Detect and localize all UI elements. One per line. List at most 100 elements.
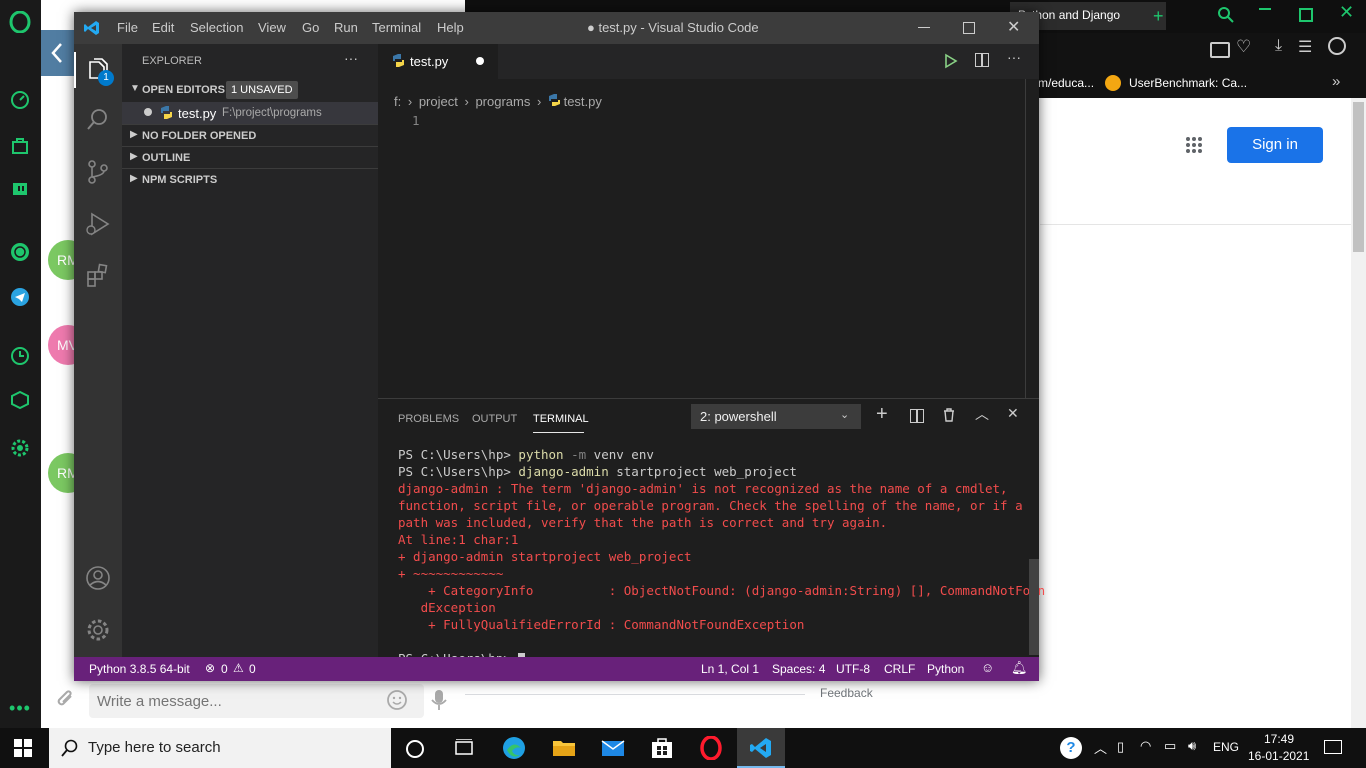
menu-go[interactable]: Go [302, 20, 319, 35]
taskbar-search[interactable]: Type here to search [49, 728, 391, 768]
emoji-icon[interactable] [386, 689, 408, 716]
terminal-select[interactable]: 2: powershell ⌄ [691, 404, 861, 429]
language-mode[interactable]: Python [927, 662, 964, 676]
run-debug-icon[interactable] [84, 210, 112, 238]
chevron-right-icon[interactable]: » [1332, 73, 1340, 90]
tab-terminal[interactable]: TERMINAL [533, 413, 589, 425]
menu-icon[interactable]: ☰ [1298, 37, 1312, 57]
new-terminal-icon[interactable]: + [876, 403, 888, 426]
minimize-icon[interactable] [918, 27, 930, 28]
search-icon[interactable] [84, 106, 112, 134]
feedback-link[interactable]: Feedback [820, 686, 873, 700]
clock-date[interactable]: 16-01-2021 [1248, 749, 1309, 763]
file-explorer-icon[interactable] [552, 736, 576, 760]
vscode-taskbar-button[interactable] [737, 728, 785, 768]
bag-icon[interactable] [8, 134, 32, 158]
warning-count[interactable]: 0 [249, 662, 256, 676]
search-icon[interactable] [1217, 6, 1235, 29]
notifications-bell-icon[interactable]: 🔔︎ [1011, 660, 1028, 676]
unsaved-dot-icon[interactable] [476, 57, 484, 65]
split-terminal-icon[interactable] [910, 409, 924, 423]
bookmark-item[interactable]: m/educa... [1038, 76, 1094, 90]
box-icon[interactable] [8, 388, 32, 412]
open-editors-section[interactable]: ▼ OPEN EDITORS 1 UNSAVED [122, 80, 378, 102]
editor-scrollbar[interactable] [1025, 79, 1026, 398]
close-icon[interactable]: ✕ [1339, 2, 1354, 23]
wifi-icon[interactable]: ◠ [1140, 738, 1151, 754]
npm-scripts-section[interactable]: ▶ NPM SCRIPTS [122, 168, 378, 191]
breadcrumb-item[interactable]: test.py [564, 94, 602, 109]
trash-icon[interactable] [943, 408, 955, 427]
menu-help[interactable]: Help [437, 20, 464, 35]
input-language[interactable]: ENG [1213, 740, 1239, 754]
feedback-icon[interactable]: ☺ [981, 660, 994, 675]
battery-icon[interactable]: ▭ [1164, 738, 1176, 754]
warning-icon[interactable]: ⚠ [233, 661, 244, 675]
chevron-up-icon[interactable]: ︿ [1094, 738, 1107, 757]
breadcrumb-item[interactable]: f: [394, 94, 401, 109]
twitch-icon[interactable] [8, 178, 32, 202]
camera-icon[interactable] [1210, 42, 1230, 58]
split-editor-icon[interactable] [975, 53, 989, 67]
edge-icon[interactable] [502, 736, 526, 760]
close-panel-icon[interactable]: ✕ [1007, 405, 1019, 422]
accounts-icon[interactable] [84, 564, 112, 592]
menu-view[interactable]: View [258, 20, 286, 35]
run-file-icon[interactable] [944, 53, 958, 74]
device-icon[interactable]: ▯ [1117, 739, 1124, 755]
task-view-icon[interactable] [454, 738, 474, 762]
line-ending[interactable]: CRLF [884, 662, 915, 676]
store-icon[interactable] [650, 736, 674, 760]
open-editor-item[interactable]: test.py F:\project\programs [122, 102, 378, 124]
new-tab-icon[interactable]: + [1153, 6, 1164, 27]
maximize-panel-icon[interactable]: ︿ [975, 404, 989, 424]
more-actions-icon[interactable]: ··· [1007, 49, 1021, 65]
download-icon[interactable]: ⤓ [1275, 37, 1282, 55]
message-input[interactable] [89, 684, 424, 718]
more-actions-icon[interactable]: ··· [344, 50, 358, 66]
terminal-scrollbar[interactable] [1029, 559, 1039, 655]
help-icon[interactable]: ? [1060, 737, 1082, 759]
breadcrumb-item[interactable]: programs [475, 94, 530, 109]
tab-problems[interactable]: PROBLEMS [398, 413, 459, 425]
menu-run[interactable]: Run [334, 20, 358, 35]
mail-icon[interactable] [601, 736, 625, 760]
whatsapp-icon[interactable] [8, 240, 32, 264]
scrollbar-thumb[interactable] [1353, 102, 1364, 252]
settings-icon[interactable] [8, 436, 32, 460]
menu-file[interactable]: File [117, 20, 138, 35]
editor-tab[interactable]: test.py [378, 44, 498, 79]
indentation[interactable]: Spaces: 4 [772, 662, 825, 676]
speedometer-icon[interactable] [8, 88, 32, 112]
menu-terminal[interactable]: Terminal [372, 20, 421, 35]
unsaved-dot-icon[interactable] [144, 108, 152, 116]
cortana-icon[interactable] [406, 740, 424, 758]
messenger-back-button[interactable] [41, 30, 74, 76]
telegram-icon[interactable] [8, 285, 32, 309]
bookmark-item[interactable]: UserBenchmark: Ca... [1129, 76, 1247, 90]
sign-in-button[interactable]: Sign in [1227, 127, 1323, 163]
minimize-icon[interactable] [1259, 8, 1271, 10]
encoding[interactable]: UTF-8 [836, 662, 870, 676]
extensions-icon[interactable] [84, 262, 112, 290]
menu-edit[interactable]: Edit [152, 20, 174, 35]
profile-icon[interactable] [1328, 37, 1346, 55]
notifications-icon[interactable] [1324, 740, 1342, 754]
volume-icon[interactable]: 🔊︎ [1188, 738, 1196, 754]
more-icon[interactable]: ••• [8, 696, 32, 720]
heart-icon[interactable]: ♡ [1236, 37, 1251, 57]
error-icon[interactable]: ⊗ [205, 661, 215, 675]
cursor-position[interactable]: Ln 1, Col 1 [701, 662, 759, 676]
clock-time[interactable]: 17:49 [1264, 732, 1294, 746]
manage-gear-icon[interactable] [84, 616, 112, 644]
opera-icon[interactable] [699, 735, 723, 761]
attach-icon[interactable] [55, 688, 77, 717]
maximize-icon[interactable] [963, 22, 975, 34]
history-icon[interactable] [8, 344, 32, 368]
tab-output[interactable]: OUTPUT [472, 413, 517, 425]
restore-icon[interactable] [1299, 8, 1313, 22]
menu-selection[interactable]: Selection [190, 20, 243, 35]
no-folder-section[interactable]: ▶ NO FOLDER OPENED [122, 124, 378, 147]
outline-section[interactable]: ▶ OUTLINE [122, 146, 378, 169]
microphone-icon[interactable] [430, 688, 448, 717]
